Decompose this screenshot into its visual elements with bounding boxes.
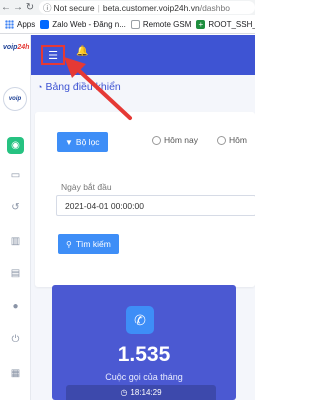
radio-circle	[217, 135, 226, 145]
menu-toggle-button[interactable]: ☰	[41, 45, 65, 65]
zalo-icon	[40, 19, 50, 29]
plus-icon: +	[196, 19, 206, 29]
contacts-icon: ▦	[10, 368, 21, 379]
forward-arrow-icon[interactable]: →	[12, 2, 24, 13]
reload-icon[interactable]: ↻	[24, 2, 36, 13]
sidebar-item-dashboard[interactable]: ◉	[7, 137, 24, 154]
search-button[interactable]: ⚲ Tìm kiếm	[58, 234, 119, 254]
sidebar-item-monitor[interactable]: ▭	[7, 167, 24, 184]
radio-circle	[152, 135, 161, 145]
monthly-calls-card: ✆ 1.535 Cuộc gọi của tháng ◷ 18:14:29	[52, 285, 236, 400]
bookmarks-bar: Apps Zalo Web - Đăng n... Remote GSM + R…	[0, 15, 255, 34]
dashboard-icon: ◔	[37, 82, 43, 92]
page-title: ◔ Bảng điều khiển	[37, 81, 121, 93]
security-label: Not secure	[53, 2, 95, 13]
bookmark-remote-gsm[interactable]: Remote GSM	[130, 19, 192, 29]
search-button-label: Tìm kiếm	[75, 239, 111, 249]
hamburger-icon: ☰	[48, 49, 58, 62]
bookmark-label: Apps	[17, 19, 36, 29]
sidebar-item-history[interactable]: ↺	[7, 199, 24, 216]
monitor-icon: ▭	[10, 170, 21, 181]
page-icon	[130, 19, 140, 29]
sidebar-item-reports[interactable]: ▥	[7, 233, 24, 250]
history-icon: ↺	[11, 202, 20, 213]
filter-icon: ▼	[65, 137, 73, 147]
info-icon[interactable]: ⓘ	[43, 2, 52, 14]
apps-grid-icon	[5, 19, 14, 29]
power-icon: ⏻	[11, 334, 20, 345]
bookmark-label: Zalo Web - Đăng n...	[52, 19, 126, 29]
url-separator: |	[97, 2, 100, 13]
sidebar-item-documents[interactable]: ▤	[7, 265, 24, 282]
page-title-text: Bảng điều khiển	[45, 81, 121, 93]
sidebar-item-user[interactable]: ●	[7, 298, 24, 315]
brand-logo[interactable]: voip24h	[3, 44, 29, 57]
bell-icon: 🔔	[76, 46, 89, 57]
stat-time-text: 18:14:29	[130, 388, 162, 397]
search-icon: ⚲	[66, 239, 72, 249]
dashboard-icon: ◉	[11, 140, 20, 151]
stat-label: Cuộc gọi của tháng	[105, 372, 183, 382]
url-domain: beta.customer.voip24h.vn	[102, 2, 200, 13]
sidebar-item-power[interactable]: ⏻	[7, 331, 24, 348]
bookmark-label: Remote GSM	[142, 19, 192, 29]
url-path: /dashbo	[199, 2, 230, 13]
avatar[interactable]: voip	[3, 87, 27, 111]
chart-icon: ▥	[10, 236, 21, 247]
document-icon: ▤	[10, 268, 21, 279]
bookmark-root-ssh[interactable]: + ROOT_SSH_	[196, 19, 255, 29]
stat-value: 1.535	[117, 343, 171, 366]
filter-button-label: Bộ lọc	[75, 137, 100, 147]
main-content: ◔ Bảng điều khiển ▼ Bộ lọc Hôm nay Hôm N…	[31, 75, 255, 400]
sidebar: voip24h voip ◉ ▭ ↺ ▥ ▤ ● ⏻ ▦	[0, 35, 31, 400]
bookmark-apps[interactable]: Apps	[5, 19, 36, 29]
bookmark-zalo[interactable]: Zalo Web - Đăng n...	[40, 19, 126, 29]
sidebar-item-contacts[interactable]: ▦	[7, 365, 24, 382]
radio-today[interactable]: Hôm nay	[152, 135, 198, 145]
top-header: ☰ 🔔	[31, 35, 255, 75]
bookmark-label: ROOT_SSH_	[208, 19, 255, 29]
user-icon: ●	[12, 301, 19, 312]
start-date-label: Ngày bắt đầu	[61, 182, 112, 192]
start-date-field[interactable]: 2021-04-01 00:00:00	[56, 195, 255, 216]
filter-button[interactable]: ▼ Bộ lọc	[57, 132, 108, 152]
radio-other-label: Hôm	[229, 135, 247, 145]
phone-icon: ✆	[126, 306, 154, 334]
radio-other[interactable]: Hôm	[217, 135, 247, 145]
notifications-button[interactable]: 🔔	[76, 46, 88, 57]
clock-icon: ◷	[120, 388, 128, 397]
stat-time: ◷ 18:14:29	[66, 385, 216, 400]
url-field[interactable]: ⓘ Not secure | beta.customer.voip24h.vn /…	[39, 1, 255, 14]
browser-address-bar: ← → ↻ ⓘ Not secure | beta.customer.voip2…	[0, 0, 255, 15]
radio-today-label: Hôm nay	[164, 135, 199, 145]
back-arrow-icon[interactable]: ←	[0, 2, 12, 13]
